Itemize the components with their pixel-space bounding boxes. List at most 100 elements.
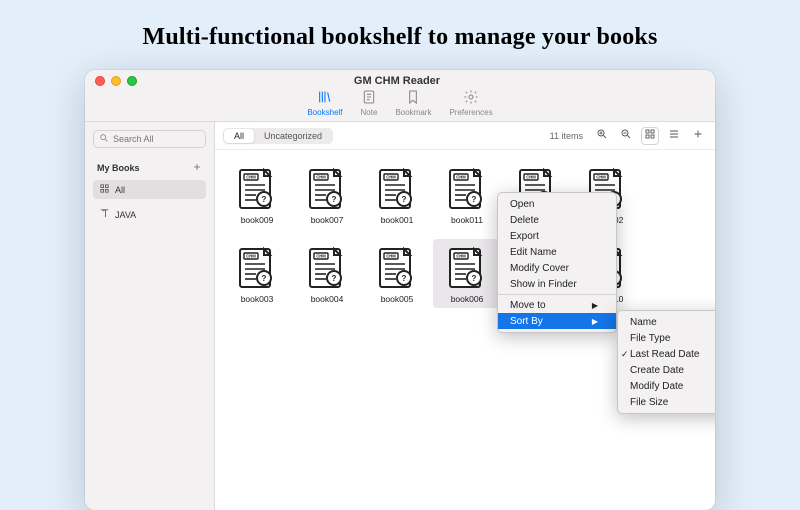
seg-all[interactable]: All — [224, 129, 254, 143]
plus-icon — [692, 127, 704, 145]
menu-item-open[interactable]: Open — [498, 196, 616, 212]
menu-item-export[interactable]: Export — [498, 228, 616, 244]
zoom-out-btn[interactable] — [617, 127, 635, 145]
svg-text:CHM: CHM — [246, 175, 256, 180]
book-item[interactable]: CHM ? book005 — [363, 239, 431, 308]
menu-separator — [498, 294, 616, 295]
titlebar: GM CHM Reader Bookshelf Note Bookmark — [85, 70, 715, 122]
tab-preferences[interactable]: Preferences — [449, 89, 492, 117]
content-header: All Uncategorized 11 items — [215, 122, 715, 150]
sidebar-item-all[interactable]: All — [93, 180, 206, 199]
svg-text:CHM: CHM — [316, 254, 326, 259]
svg-text:?: ? — [332, 274, 337, 283]
chm-file-icon: CHM ? — [376, 164, 418, 212]
search-input[interactable] — [113, 134, 200, 144]
svg-text:?: ? — [332, 195, 337, 204]
tab-bookmark-label: Bookmark — [395, 108, 431, 117]
sidebar-section-label: My Books — [97, 163, 140, 173]
window-title: GM CHM Reader — [89, 75, 705, 87]
book-label: book005 — [381, 294, 414, 304]
sort-last-read-date[interactable]: Last Read Date — [618, 346, 715, 362]
menu-item-move-to[interactable]: Move to▶ — [498, 297, 616, 313]
svg-text:CHM: CHM — [526, 175, 536, 180]
filter-segmented: All Uncategorized — [223, 128, 333, 144]
app-window: GM CHM Reader Bookshelf Note Bookmark — [85, 70, 715, 510]
chm-file-icon: CHM ? — [376, 243, 418, 291]
main-area: My Books All JAVA All — [85, 122, 715, 510]
zoom-in-btn[interactable] — [593, 127, 611, 145]
menu-item-delete[interactable]: Delete — [498, 212, 616, 228]
book-label: book011 — [451, 215, 483, 225]
svg-text:CHM: CHM — [316, 175, 326, 180]
book-grid: CHM ? book009 CHM ? book007 CHM ? book00… — [215, 150, 715, 510]
grid-view-btn[interactable] — [641, 127, 659, 145]
sort-submenu: Name File Type Last Read Date Create Dat… — [617, 310, 715, 414]
list-view-btn[interactable] — [665, 127, 683, 145]
gear-icon — [463, 89, 479, 107]
list-view-icon — [668, 127, 680, 145]
book-item[interactable]: CHM ? book009 — [223, 160, 291, 229]
book-label: book003 — [241, 294, 274, 304]
svg-text:CHM: CHM — [386, 175, 396, 180]
chm-file-icon: CHM ? — [446, 243, 488, 291]
grid-small-icon — [99, 183, 110, 196]
sort-create-date[interactable]: Create Date — [618, 362, 715, 378]
sidebar: My Books All JAVA — [85, 122, 215, 510]
sort-file-size[interactable]: File Size — [618, 394, 715, 410]
grid-view-icon — [644, 127, 656, 145]
search-icon — [99, 130, 109, 148]
chm-file-icon: CHM ? — [236, 164, 278, 212]
zoom-out-icon — [620, 127, 632, 145]
menu-item-show-in-finder[interactable]: Show in Finder — [498, 276, 616, 292]
book-item[interactable]: CHM ? book004 — [293, 239, 361, 308]
menu-item-sort-by[interactable]: Sort By▶ Name File Type Last Read Date C… — [498, 313, 616, 329]
book-label: book009 — [241, 215, 274, 225]
bookmark-icon — [405, 89, 421, 107]
context-menu: Open Delete Export Edit Name Modify Cove… — [497, 192, 617, 333]
book-item[interactable]: CHM ? book006 — [433, 239, 501, 308]
tab-bookmark[interactable]: Bookmark — [395, 89, 431, 117]
item-count: 11 items — [550, 131, 583, 141]
sidebar-item-java[interactable]: JAVA — [93, 205, 206, 224]
zoom-in-icon — [596, 127, 608, 145]
sidebar-item-label: JAVA — [115, 210, 136, 220]
menu-item-modify-cover[interactable]: Modify Cover — [498, 260, 616, 276]
book-item[interactable]: CHM ? book001 — [363, 160, 431, 229]
seg-uncategorized[interactable]: Uncategorized — [254, 129, 332, 143]
tab-preferences-label: Preferences — [449, 108, 492, 117]
svg-text:?: ? — [402, 274, 407, 283]
menu-item-edit-name[interactable]: Edit Name — [498, 244, 616, 260]
tab-note-label: Note — [361, 108, 378, 117]
books-icon — [317, 89, 333, 107]
book-item[interactable]: CHM ? book003 — [223, 239, 291, 308]
tab-bookshelf-label: Bookshelf — [307, 108, 342, 117]
book-small-icon — [99, 208, 110, 221]
svg-text:CHM: CHM — [456, 254, 466, 259]
note-icon — [361, 89, 377, 107]
book-item[interactable]: CHM ? book007 — [293, 160, 361, 229]
chevron-right-icon: ▶ — [592, 301, 598, 310]
svg-text:?: ? — [262, 274, 267, 283]
book-label: book007 — [311, 215, 344, 225]
svg-text:?: ? — [402, 195, 407, 204]
marketing-headline: Multi-functional bookshelf to manage you… — [0, 0, 800, 51]
book-label: book006 — [451, 294, 484, 304]
sort-file-type[interactable]: File Type — [618, 330, 715, 346]
tab-bookshelf[interactable]: Bookshelf — [307, 89, 342, 117]
book-item[interactable]: CHM ? book011 — [433, 160, 501, 229]
chm-file-icon: CHM ? — [236, 243, 278, 291]
sidebar-section-header: My Books — [93, 162, 206, 174]
svg-text:?: ? — [472, 195, 477, 204]
sort-name[interactable]: Name — [618, 314, 715, 330]
content-pane: All Uncategorized 11 items — [215, 122, 715, 510]
search-box[interactable] — [93, 130, 206, 148]
chm-file-icon: CHM ? — [446, 164, 488, 212]
add-book-btn[interactable] — [689, 127, 707, 145]
chevron-right-icon: ▶ — [592, 317, 598, 326]
sort-modify-date[interactable]: Modify Date — [618, 378, 715, 394]
tab-note[interactable]: Note — [361, 89, 378, 117]
svg-text:CHM: CHM — [246, 254, 256, 259]
add-collection-btn[interactable] — [192, 162, 202, 174]
svg-text:?: ? — [262, 195, 267, 204]
svg-text:CHM: CHM — [596, 175, 606, 180]
